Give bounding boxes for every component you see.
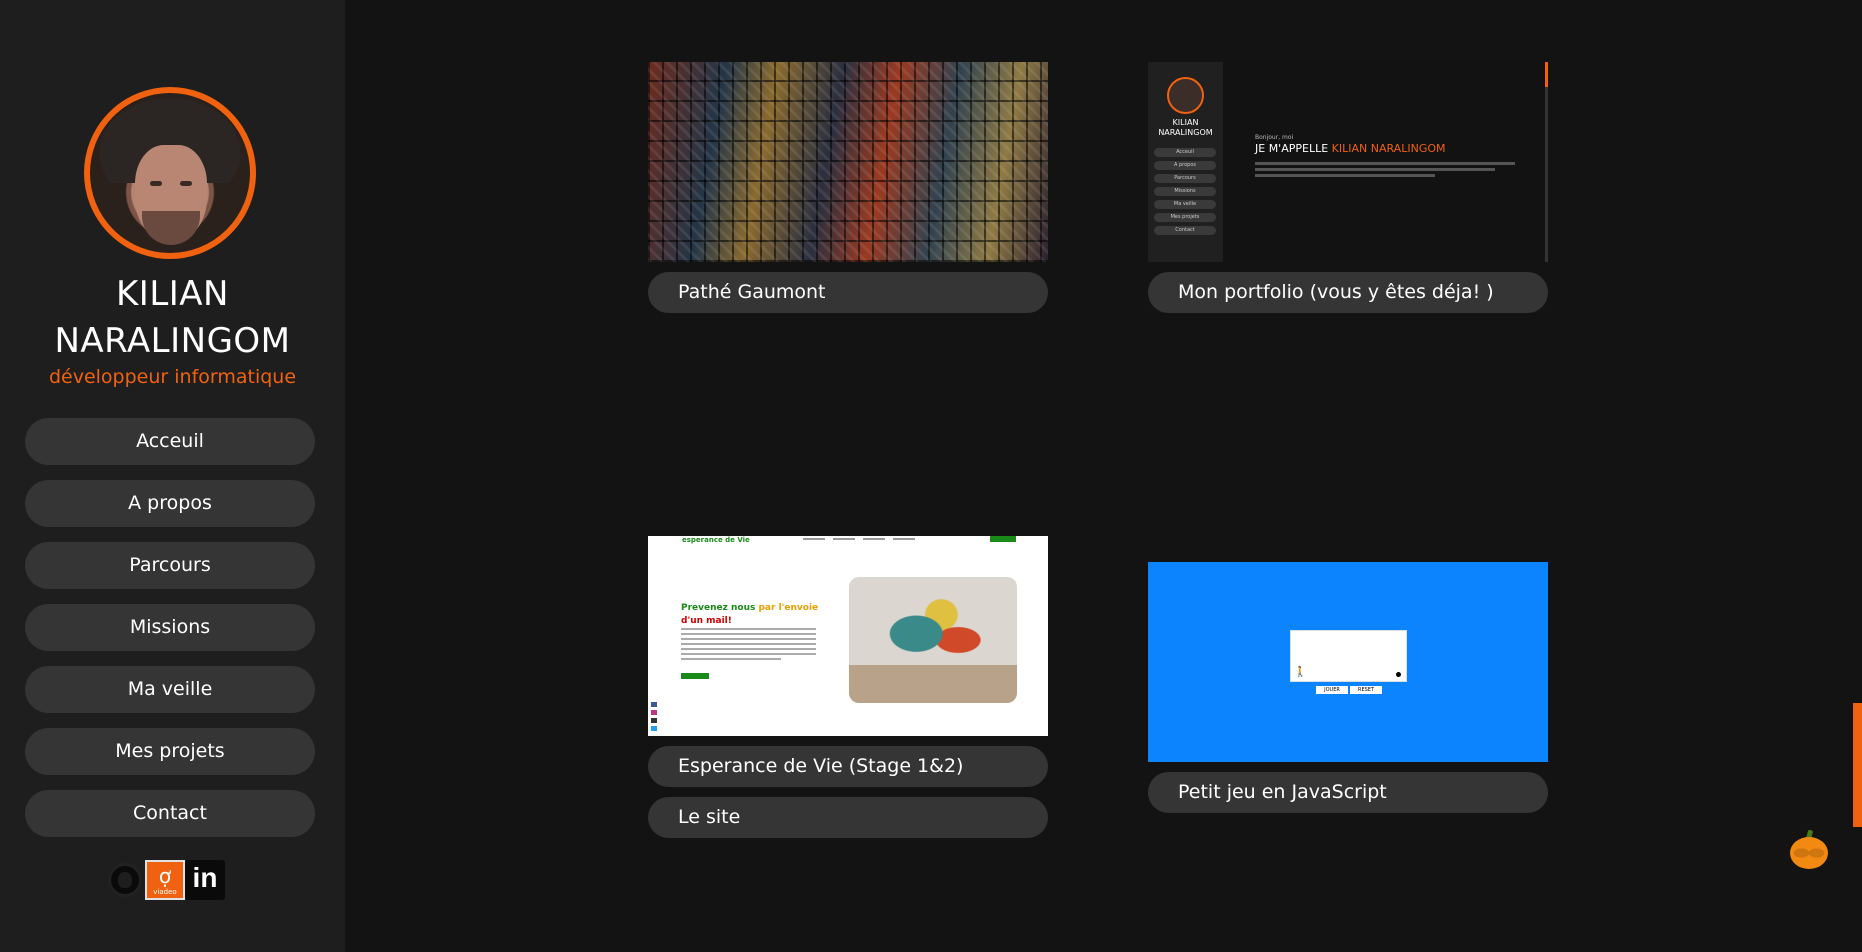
project-title-pathe[interactable]: Pathé Gaumont: [648, 272, 1048, 313]
page-scrollbar-thumb[interactable]: [1853, 703, 1862, 827]
linkedin-icon[interactable]: in: [185, 860, 225, 900]
preview-nav-item: A propos: [1154, 161, 1216, 170]
preview-nav-item: Acceuil: [1154, 148, 1216, 157]
github-icon[interactable]: [105, 860, 145, 900]
preview-headline: Prevenez nous par l'envoie d'un mail!: [681, 603, 819, 626]
nav-button-parcours[interactable]: Parcours: [25, 542, 315, 589]
preview-nav-item: Mes projets: [1154, 213, 1216, 222]
nav-button-acceuil[interactable]: Acceuil: [25, 418, 315, 465]
preview-heading: JE M'APPELLE KILIAN NARALINGOM: [1255, 142, 1446, 155]
preview-nav-item: Missions: [1154, 187, 1216, 196]
preview-name-first: KILIAN: [1172, 118, 1199, 127]
preview-nav-item: Ma veille: [1154, 200, 1216, 209]
project-link-esperance[interactable]: Le site: [648, 797, 1048, 838]
project-thumbnail-portfolio[interactable]: KILIAN NARALINGOM Acceuil A propos Parco…: [1148, 62, 1548, 262]
nav-button-a-propos[interactable]: A propos: [25, 480, 315, 527]
preview-scrollbar: [1545, 62, 1548, 262]
nav-button-missions[interactable]: Missions: [25, 604, 315, 651]
preview-game-canvas: 🚶: [1290, 630, 1407, 682]
preview-name-last: NARALINGOM: [1158, 128, 1213, 137]
preview-graffiti-image: [849, 577, 1017, 703]
preview-avatar: [1167, 77, 1204, 114]
avatar: [84, 87, 256, 259]
pumpkin-icon: [1788, 829, 1830, 871]
profile-subtitle: développeur informatique: [48, 366, 297, 388]
nav-button-contact[interactable]: Contact: [25, 790, 315, 837]
linkedin-glyph: in: [192, 862, 218, 893]
nav-button-ma-veille[interactable]: Ma veille: [25, 666, 315, 713]
project-title-esperance[interactable]: Esperance de Vie (Stage 1&2): [648, 746, 1048, 787]
sidebar: KILIAN NARALINGOM développeur informatiq…: [0, 0, 345, 952]
project-title-js-game[interactable]: Petit jeu en JavaScript: [1148, 772, 1548, 813]
preview-hello: Bonjour, moi: [1255, 134, 1294, 141]
profile-name-last: NARALINGOM: [54, 321, 291, 361]
project-thumbnail-pathe[interactable]: [648, 62, 1048, 262]
preview-logo: esperance de Vie: [682, 536, 750, 544]
preview-game-button: JOUER: [1316, 686, 1348, 694]
preview-nav-item: Parcours: [1154, 174, 1216, 183]
viadeo-text: viadeo: [153, 888, 177, 896]
profile-name-first: KILIAN: [116, 274, 229, 314]
viadeo-icon[interactable]: ợ viadeo: [145, 860, 185, 900]
viadeo-glyph: ợ: [158, 864, 172, 888]
project-thumbnail-js-game[interactable]: 🚶 JOUER RESET: [1148, 562, 1548, 762]
project-title-portfolio[interactable]: Mon portfolio (vous y êtes déja! ): [1148, 272, 1548, 313]
preview-game-button: RESET: [1350, 686, 1382, 694]
project-thumbnail-esperance[interactable]: esperance de Vie Prevenez nous par l'env…: [648, 536, 1048, 736]
nav-button-mes-projets[interactable]: Mes projets: [25, 728, 315, 775]
preview-nav-item: Contact: [1154, 226, 1216, 235]
